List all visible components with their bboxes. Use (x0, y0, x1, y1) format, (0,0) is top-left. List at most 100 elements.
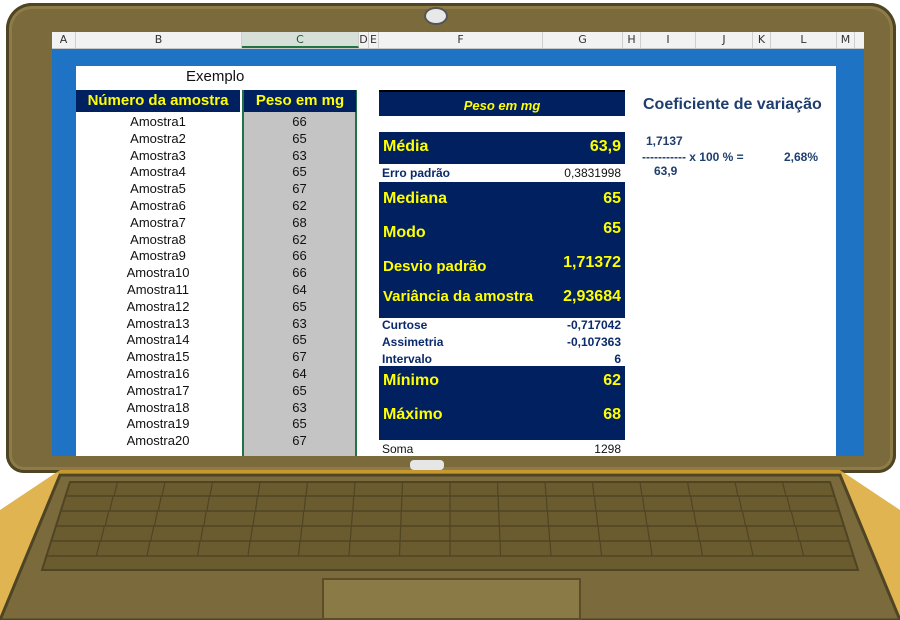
max-value[interactable]: 68 (603, 406, 621, 424)
kurtosis-value[interactable]: -0,717042 (526, 318, 621, 332)
sheet-title: Exemplo (186, 68, 245, 85)
sample-weight-cell[interactable]: 64 (242, 366, 357, 381)
sample-weight-cell[interactable]: 63 (242, 316, 357, 331)
sample-name-cell[interactable]: Amostra5 (76, 181, 240, 196)
worksheet-area[interactable]: Exemplo Número da amostra Peso em mg Amo… (76, 66, 836, 456)
sample-weight-cell[interactable]: 65 (242, 383, 357, 398)
sample-name-cell[interactable]: Amostra9 (76, 248, 240, 263)
sample-name-cell[interactable]: Amostra15 (76, 349, 240, 364)
column-header-m[interactable]: M (837, 32, 855, 48)
sample-weight-cell[interactable]: 65 (242, 299, 357, 314)
column-header-f[interactable]: F (379, 32, 543, 48)
mean-label: Média (383, 138, 429, 155)
column-header-d[interactable]: D (359, 32, 369, 48)
skewness-label[interactable]: Assimetria (382, 335, 443, 349)
cv-fraction-line[interactable]: ----------- x 100 % = (642, 150, 744, 164)
sum-value[interactable]: 1298 (526, 442, 621, 456)
sample-weight-cell[interactable]: 65 (242, 332, 357, 347)
sample-name-cell[interactable]: Amostra12 (76, 299, 240, 314)
sample-name-cell[interactable]: Amostra8 (76, 232, 240, 247)
max-label[interactable]: Máximo (383, 406, 443, 424)
column-header-j[interactable]: J (696, 32, 753, 48)
sample-weight-cell[interactable]: 67 (242, 181, 357, 196)
sample-weight-cell[interactable]: 64 (242, 282, 357, 297)
sample-weight-cell[interactable]: 62 (242, 232, 357, 247)
keyboard-key-divider (497, 495, 500, 512)
sample-number-header[interactable]: Número da amostra (76, 90, 240, 112)
mean-block[interactable]: Média 63,9 (379, 132, 625, 164)
sample-name-cell[interactable]: Amostra20 (76, 433, 240, 448)
sample-name-cell[interactable]: Amostra17 (76, 383, 240, 398)
std-error-label[interactable]: Erro padrão (382, 166, 450, 180)
sample-name-cell[interactable]: Amostra1 (76, 114, 240, 129)
sample-name-cell[interactable]: Amostra18 (76, 400, 240, 415)
sample-weight-cell[interactable]: 66 (242, 265, 357, 280)
cv-title[interactable]: Coeficiente de variação (643, 96, 822, 114)
stats-header[interactable]: Peso em mg (379, 90, 625, 116)
sample-name-cell[interactable]: Amostra13 (76, 316, 240, 331)
sample-weight-cell[interactable]: 66 (242, 248, 357, 263)
mode-label[interactable]: Modo (383, 224, 426, 242)
variance-label[interactable]: Variância da amostra (383, 288, 543, 305)
sample-weight-cell[interactable]: 63 (242, 148, 357, 163)
sample-weight-cell[interactable]: 68 (242, 215, 357, 230)
column-header-h[interactable]: H (623, 32, 641, 48)
keyboard-key-divider (398, 540, 401, 557)
sample-weight-cell[interactable]: 67 (242, 349, 357, 364)
column-header-l[interactable]: L (771, 32, 837, 48)
range-value[interactable]: 6 (526, 352, 621, 366)
sample-name-cell[interactable]: Amostra11 (76, 282, 240, 297)
laptop-hinge-logo (410, 460, 444, 470)
column-header-k[interactable]: K (753, 32, 771, 48)
sample-weight-cell[interactable]: 67 (242, 433, 357, 448)
column-header-bar: A B C D E F G H I J K L M (52, 32, 864, 49)
variance-value[interactable]: 2,93684 (561, 288, 621, 306)
sample-name-cell[interactable]: Amostra16 (76, 366, 240, 381)
webcam-icon (424, 7, 448, 25)
sample-weight-cell[interactable]: 66 (242, 114, 357, 129)
column-header-c[interactable]: C (242, 32, 359, 48)
sum-label[interactable]: Soma (382, 442, 413, 456)
std-dev-label[interactable]: Desvio padrão (383, 258, 486, 275)
sample-weight-cell[interactable]: 65 (242, 164, 357, 179)
sample-name-cell[interactable]: Amostra10 (76, 265, 240, 280)
sample-weight-cell[interactable]: 65 (242, 416, 357, 431)
median-value[interactable]: 65 (603, 190, 621, 208)
column-header-g[interactable]: G (543, 32, 623, 48)
keyboard-key-divider (400, 510, 402, 527)
mean-value: 63,9 (589, 138, 621, 155)
keyboard-key-divider (496, 481, 499, 497)
column-header-b[interactable]: B (76, 32, 242, 48)
cv-result[interactable]: 2,68% (784, 150, 818, 164)
skewness-value[interactable]: -0,107363 (526, 335, 621, 349)
keyboard-key-divider (400, 495, 403, 512)
sample-name-cell[interactable]: Amostra14 (76, 332, 240, 347)
cv-denominator[interactable]: 63,9 (654, 164, 677, 178)
sample-name-cell[interactable]: Amostra2 (76, 131, 240, 146)
column-header-e[interactable]: E (369, 32, 379, 48)
std-error-value[interactable]: 0,3831998 (526, 166, 621, 180)
cv-numerator[interactable]: 1,7137 (646, 134, 683, 148)
sample-weight-cell[interactable]: 65 (242, 131, 357, 146)
sample-weight-cell[interactable]: 63 (242, 400, 357, 415)
trackpad (322, 578, 581, 620)
keyboard-key-divider (498, 510, 500, 527)
sample-name-cell[interactable]: Amostra19 (76, 416, 240, 431)
range-label[interactable]: Intervalo (382, 352, 432, 366)
column-header-a[interactable]: A (52, 32, 76, 48)
kurtosis-label[interactable]: Curtose (382, 318, 427, 332)
min-value[interactable]: 62 (603, 372, 621, 390)
sample-name-cell[interactable]: Amostra6 (76, 198, 240, 213)
weight-header[interactable]: Peso em mg (244, 90, 356, 112)
keyboard-key-divider (498, 525, 501, 542)
std-dev-value[interactable]: 1,71372 (563, 254, 621, 272)
sample-name-cell[interactable]: Amostra4 (76, 164, 240, 179)
mode-value[interactable]: 65 (603, 220, 621, 238)
min-label[interactable]: Mínimo (383, 372, 439, 390)
sample-weight-cell[interactable]: 62 (242, 198, 357, 213)
median-label[interactable]: Mediana (383, 190, 447, 208)
keyboard-key-divider (499, 540, 502, 557)
sample-name-cell[interactable]: Amostra3 (76, 148, 240, 163)
column-header-i[interactable]: I (641, 32, 696, 48)
sample-name-cell[interactable]: Amostra7 (76, 215, 240, 230)
